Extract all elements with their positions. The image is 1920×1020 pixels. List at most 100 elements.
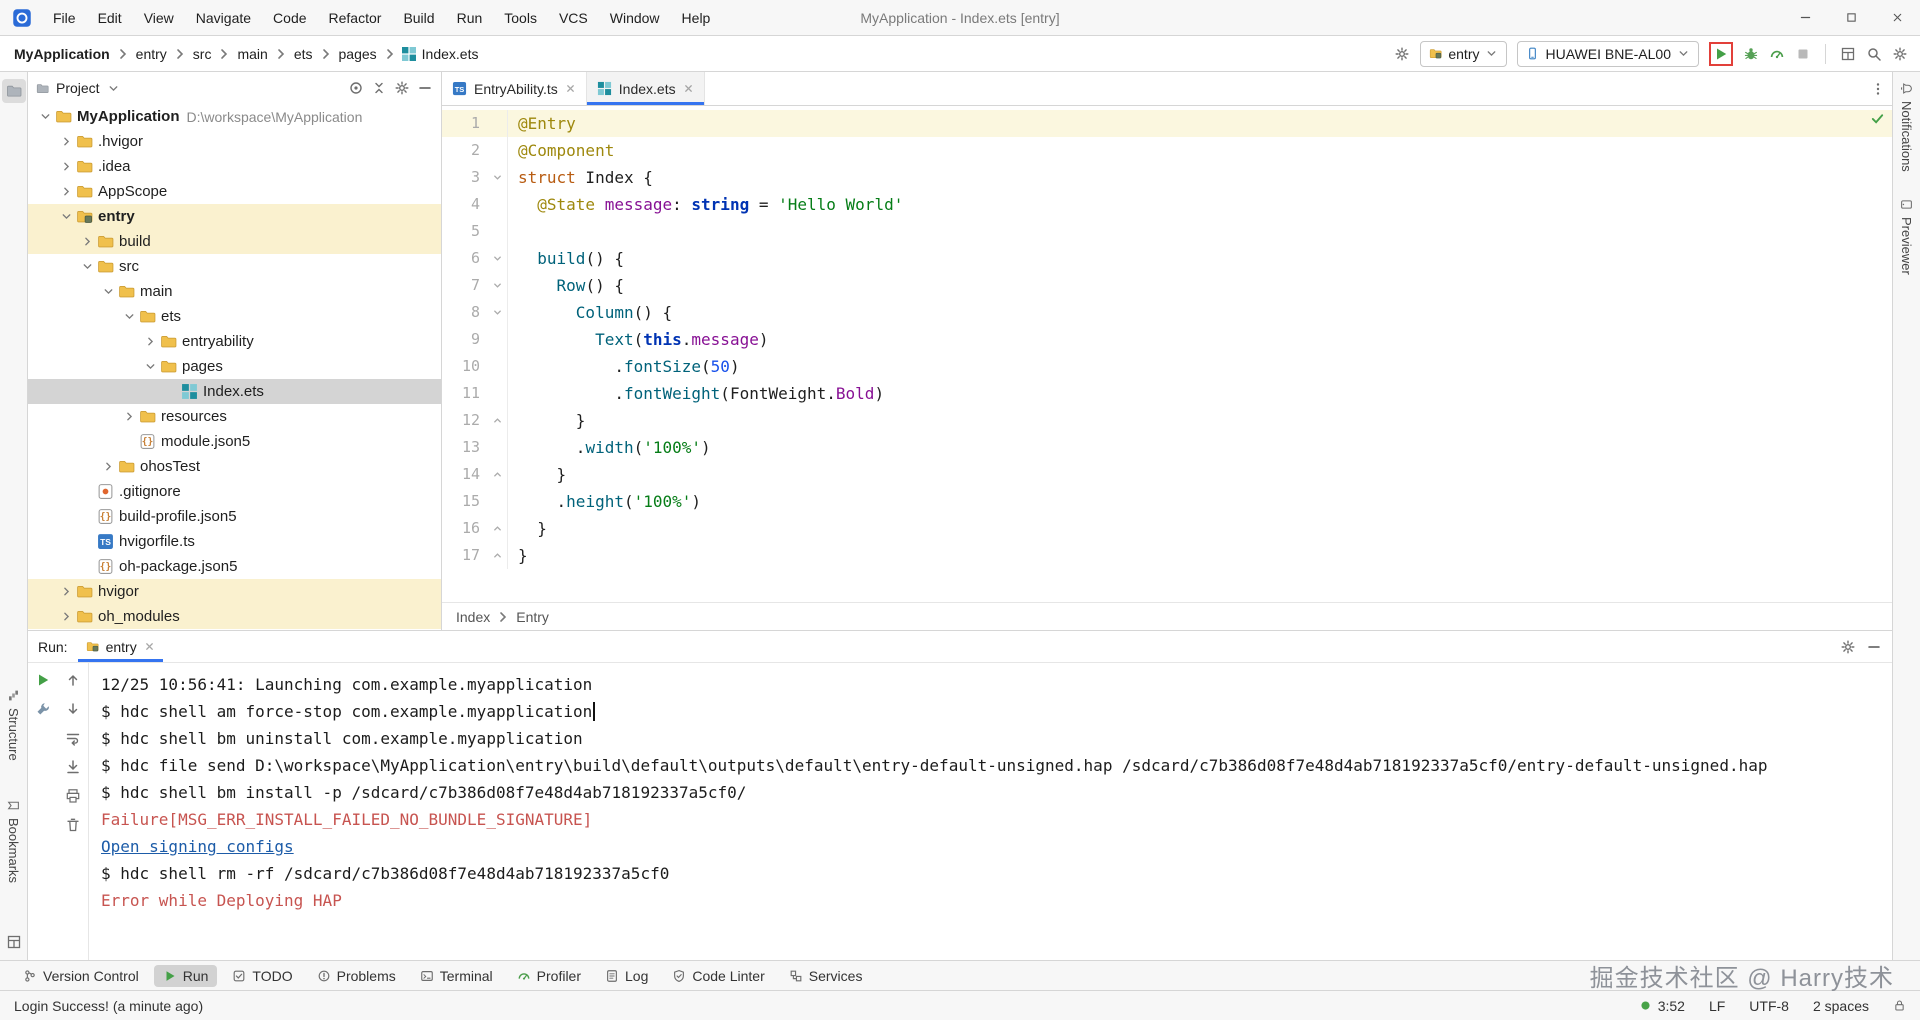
fold-marker-icon[interactable] <box>488 164 508 191</box>
tree-item-myapplication[interactable]: MyApplication D:\workspace\MyApplication <box>28 104 441 129</box>
debug-button[interactable] <box>1743 46 1759 62</box>
breadcrumb-item-pages[interactable]: pages <box>337 46 379 62</box>
tree-item-entryability[interactable]: entryability <box>28 329 441 354</box>
breadcrumb-item-main[interactable]: main <box>235 46 269 62</box>
toolwindow-todo[interactable]: TODO <box>223 965 301 987</box>
maximize-button[interactable] <box>1828 0 1874 35</box>
code-line-4[interactable]: 4 @State message: string = 'Hello World' <box>442 191 1892 218</box>
menu-window[interactable]: Window <box>599 0 671 35</box>
tree-collapsed-icon[interactable] <box>78 233 96 251</box>
editor-breadcrumb-index[interactable]: Index <box>456 609 490 625</box>
run-settings-icon[interactable] <box>1840 639 1856 655</box>
rerun-button[interactable] <box>35 672 51 688</box>
menu-tools[interactable]: Tools <box>493 0 548 35</box>
notifications-stripe-button[interactable]: Notifications <box>1899 76 1914 178</box>
memory-indicator[interactable]: 3:52 <box>1639 998 1685 1014</box>
tree-expanded-icon[interactable] <box>78 258 96 276</box>
tree-item-index-ets[interactable]: Index.ets <box>28 379 441 404</box>
breadcrumb-item-myapplication[interactable]: MyApplication <box>12 46 112 62</box>
tree-item-hvigor[interactable]: hvigor <box>28 579 441 604</box>
menu-vcs[interactable]: VCS <box>548 0 599 35</box>
encoding-indicator[interactable]: UTF-8 <box>1749 998 1789 1014</box>
hide-run-panel-icon[interactable] <box>1866 639 1882 655</box>
stop-button[interactable] <box>1795 46 1811 62</box>
tree-item-build[interactable]: build <box>28 229 441 254</box>
code-line-6[interactable]: 6 build() { <box>442 245 1892 272</box>
line-separator-indicator[interactable]: LF <box>1709 998 1725 1014</box>
search-icon[interactable] <box>1866 46 1882 62</box>
editor-breadcrumb-entry[interactable]: Entry <box>516 609 549 625</box>
code-line-8[interactable]: 8 Column() { <box>442 299 1892 326</box>
tool-windows-icon[interactable] <box>1840 46 1856 62</box>
code-line-1[interactable]: 1 @Entry <box>442 110 1892 137</box>
fold-marker-icon[interactable] <box>488 272 508 299</box>
toolwindow-version-control[interactable]: Version Control <box>14 965 148 987</box>
build-settings-icon[interactable] <box>35 701 51 717</box>
next-occurrence-icon[interactable] <box>65 701 81 717</box>
fold-marker-icon[interactable] <box>488 515 508 542</box>
toolwindow-log[interactable]: Log <box>596 965 657 987</box>
menu-file[interactable]: File <box>42 0 87 35</box>
tree-item-hvigorfile-ts[interactable]: TS hvigorfile.ts <box>28 529 441 554</box>
tree-item-ohostest[interactable]: ohosTest <box>28 454 441 479</box>
tree-item-pages[interactable]: pages <box>28 354 441 379</box>
tree-collapsed-icon[interactable] <box>99 458 117 476</box>
project-panel-title[interactable]: Project <box>56 80 100 96</box>
close-button[interactable] <box>1874 0 1920 35</box>
breadcrumb-item-entry[interactable]: entry <box>134 46 169 62</box>
tree-item-src[interactable]: src <box>28 254 441 279</box>
console-output[interactable]: 12/25 10:56:41: Launching com.example.my… <box>89 663 1892 960</box>
tree-expanded-icon[interactable] <box>141 358 159 376</box>
close-icon[interactable] <box>683 83 694 94</box>
menu-build[interactable]: Build <box>392 0 445 35</box>
tree-item-resources[interactable]: resources <box>28 404 441 429</box>
device-selector[interactable]: HUAWEI BNE-AL00 <box>1517 40 1699 67</box>
minimize-button[interactable] <box>1782 0 1828 35</box>
menu-edit[interactable]: Edit <box>87 0 133 35</box>
tree-expanded-icon[interactable] <box>99 283 117 301</box>
settings-icon[interactable] <box>1892 46 1908 62</box>
menu-refactor[interactable]: Refactor <box>318 0 393 35</box>
breadcrumb-item-ets[interactable]: ets <box>292 46 315 62</box>
breadcrumb-item-index-ets[interactable]: Index.ets <box>420 46 481 62</box>
prev-occurrence-icon[interactable] <box>65 672 81 688</box>
code-line-15[interactable]: 15 .height('100%') <box>442 488 1892 515</box>
breadcrumb-item-src[interactable]: src <box>191 46 214 62</box>
tree-collapsed-icon[interactable] <box>141 333 159 351</box>
fold-marker-icon[interactable] <box>488 299 508 326</box>
code-line-5[interactable]: 5 <box>442 218 1892 245</box>
close-icon[interactable] <box>144 641 155 652</box>
tree-item-module-json5[interactable]: {} module.json5 <box>28 429 441 454</box>
previewer-stripe-button[interactable]: Previewer <box>1899 192 1914 281</box>
toolwindow-services[interactable]: Services <box>780 965 872 987</box>
code-line-11[interactable]: 11 .fontWeight(FontWeight.Bold) <box>442 380 1892 407</box>
toolwindow-code-linter[interactable]: Code Linter <box>663 965 773 987</box>
project-stripe-button[interactable] <box>1 79 26 103</box>
lock-icon[interactable] <box>1893 999 1906 1012</box>
tree-item-ets[interactable]: ets <box>28 304 441 329</box>
tab-options-button[interactable] <box>1864 72 1892 105</box>
code-line-14[interactable]: 14 } <box>442 461 1892 488</box>
bookmarks-stripe-button[interactable]: Bookmarks <box>6 793 21 889</box>
profiler-button[interactable] <box>1769 46 1785 62</box>
code-line-16[interactable]: 16 } <box>442 515 1892 542</box>
fold-marker-icon[interactable] <box>488 461 508 488</box>
close-icon[interactable] <box>565 83 576 94</box>
tree-item-entry[interactable]: entry <box>28 204 441 229</box>
toolwindow-problems[interactable]: Problems <box>308 965 405 987</box>
run-tab-entry[interactable]: entry <box>77 631 163 662</box>
indent-indicator[interactable]: 2 spaces <box>1813 998 1869 1014</box>
code-line-12[interactable]: 12 } <box>442 407 1892 434</box>
locate-file-icon[interactable] <box>348 80 364 96</box>
fold-marker-icon[interactable] <box>488 407 508 434</box>
menu-code[interactable]: Code <box>262 0 317 35</box>
tree-collapsed-icon[interactable] <box>57 133 75 151</box>
code-line-3[interactable]: 3 struct Index { <box>442 164 1892 191</box>
console-link[interactable]: Open signing configs <box>101 833 1892 860</box>
menu-help[interactable]: Help <box>671 0 722 35</box>
tree-collapsed-icon[interactable] <box>57 183 75 201</box>
run-config-selector[interactable]: entry <box>1420 40 1508 67</box>
fold-marker-icon[interactable] <box>488 542 508 569</box>
code-line-17[interactable]: 17} <box>442 542 1892 569</box>
tree-item--idea[interactable]: .idea <box>28 154 441 179</box>
